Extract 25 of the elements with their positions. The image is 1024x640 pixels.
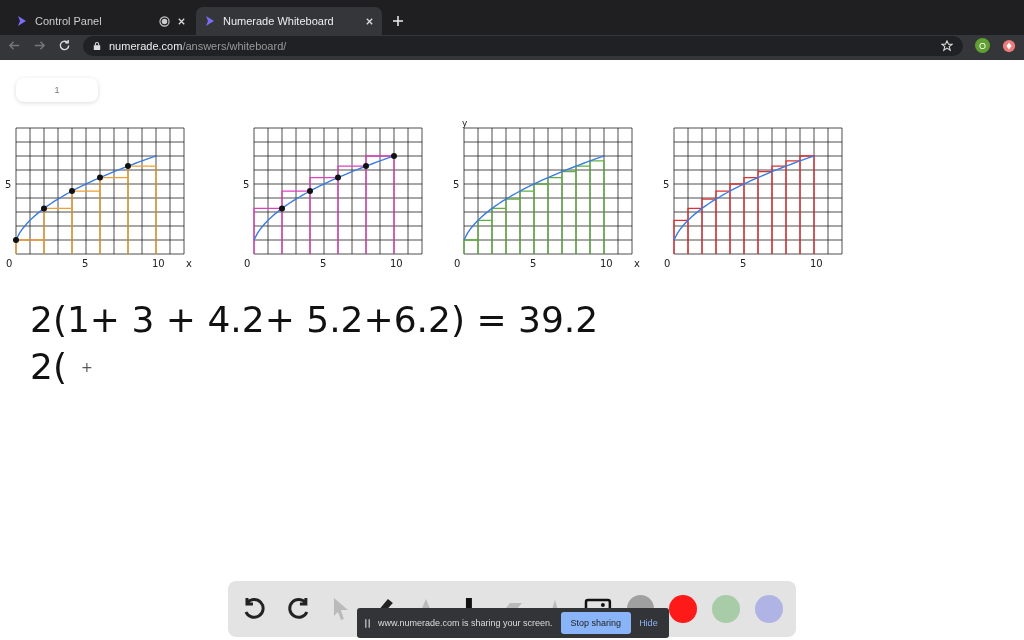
tick-label: 5 [663, 179, 670, 190]
axis-label: y [462, 118, 468, 128]
tick-label: 10 [810, 258, 823, 269]
handwritten-equation: 2(1+ 3 + 4.2+ 5.2+6.2) = 39.2 [30, 299, 599, 340]
tick-label: 5 [5, 179, 12, 190]
tick-label: 5 [740, 258, 747, 269]
handwritten-equation: 2( [30, 346, 67, 387]
tab-title: Numerade Whiteboard [223, 15, 335, 27]
handwritten-equation: + [80, 358, 93, 375]
tick-label: 10 [600, 258, 613, 269]
tab-title: Control Panel [35, 15, 103, 27]
share-message: www.numerade.com is sharing your screen. [378, 618, 553, 628]
tick-label: 5 [243, 179, 250, 190]
tick-label: 0 [6, 258, 13, 269]
tick-label: 5 [82, 258, 89, 269]
axis-label: x [634, 258, 640, 269]
tick-label: 10 [152, 258, 165, 269]
tick-label: 5 [320, 258, 327, 269]
axis-label: x [186, 258, 192, 269]
tick-label: 5 [530, 258, 537, 269]
tick-label: 5 [453, 179, 460, 190]
tick-label: 0 [244, 258, 251, 269]
tick-label: 0 [454, 258, 461, 269]
tick-label: 10 [390, 258, 403, 269]
tick-label: 0 [664, 258, 671, 269]
